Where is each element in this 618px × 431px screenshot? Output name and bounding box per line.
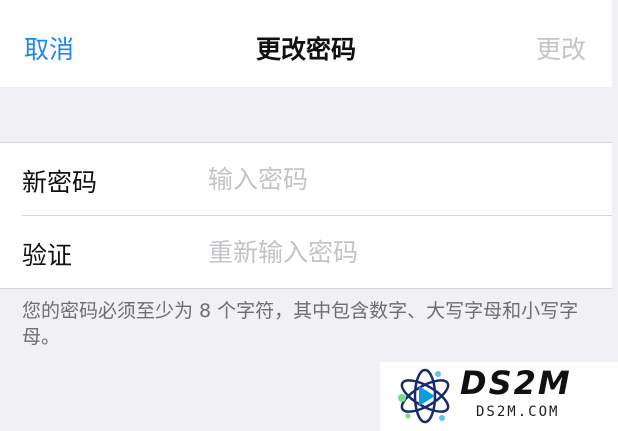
change-button[interactable]: 更改 [536, 30, 586, 66]
navigation-bar: 取消 更改密码 更改 [0, 0, 612, 87]
page-title: 更改密码 [255, 35, 356, 64]
verify-label: 验证 [22, 241, 73, 270]
new-password-row[interactable]: 新密码 [0, 143, 612, 216]
watermark: DS2M DS2M.COM [380, 362, 618, 431]
new-password-label: 新密码 [22, 168, 98, 197]
change-password-screen: 取消 更改密码 更改 新密码 验证 您的密码必须至少为 8 个字符，其中包含数字… [0, 0, 618, 431]
password-form: 新密码 验证 [0, 142, 612, 289]
watermark-title: DS2M [460, 364, 572, 402]
atom-logo-icon [398, 368, 450, 424]
password-requirements-hint: 您的密码必须至少为 8 个字符，其中包含数字、大写字母和小写字母。 [22, 300, 579, 348]
watermark-url: DS2M.COM [476, 404, 560, 420]
new-password-input[interactable] [208, 157, 588, 201]
verify-password-row[interactable]: 验证 [0, 216, 612, 288]
verify-password-input[interactable] [208, 230, 588, 274]
